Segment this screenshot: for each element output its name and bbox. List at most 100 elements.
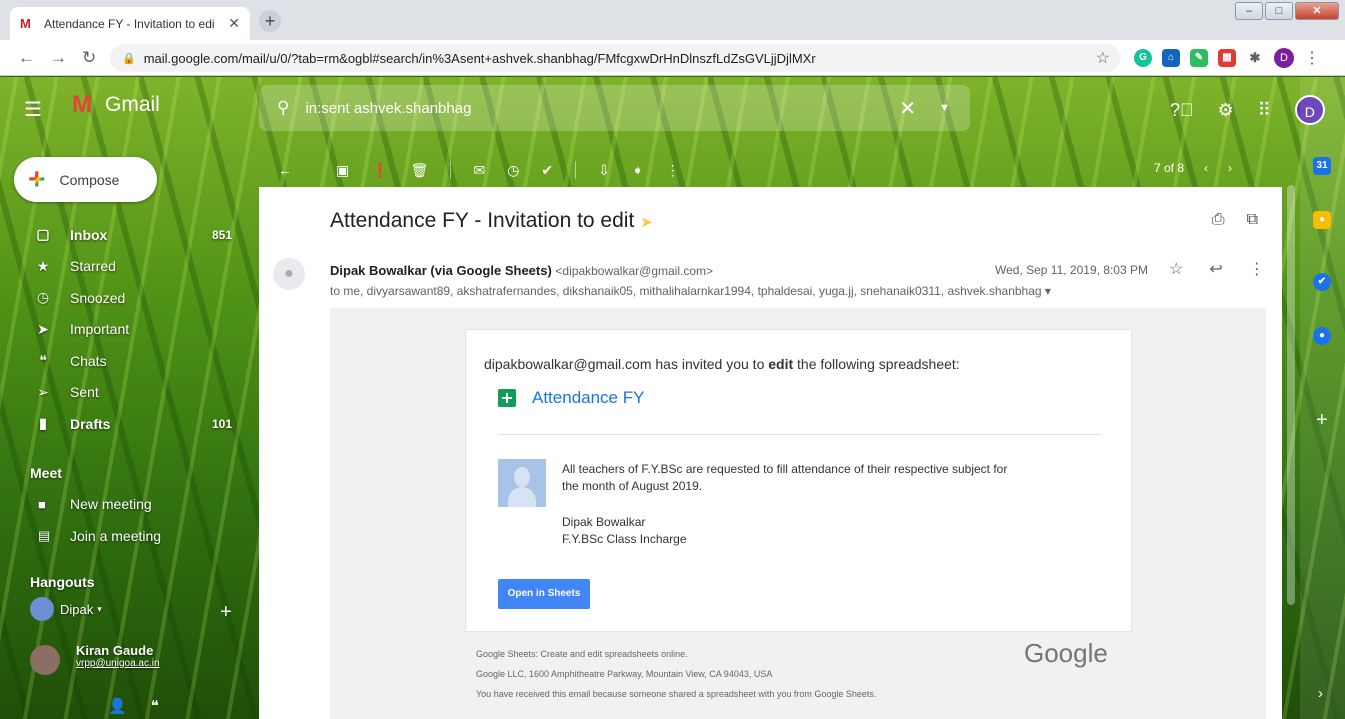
spreadsheet-link[interactable]: Attendance FY [498, 388, 644, 408]
open-new-window-icon[interactable]: ⧉ [1247, 211, 1258, 229]
evernote-icon[interactable]: ✎ [1190, 49, 1208, 67]
sender-name: Dipak Bowalkar (via Google Sheets) [330, 263, 552, 278]
get-addons-plus-icon[interactable]: + [1316, 409, 1328, 432]
search-bar[interactable]: ⚲ in:sent ashvek.shanbhag ✕ ▼ [259, 85, 970, 131]
card-divider [498, 434, 1101, 435]
search-options-icon[interactable]: ▼ [939, 102, 950, 114]
chat-icon: ❝ [39, 352, 47, 369]
url-text: mail.google.com/mail/u/0/?tab=rm&ogbl#se… [143, 50, 816, 66]
label-icon[interactable]: ➧ [632, 162, 644, 179]
sidebar-item-chats[interactable]: ❝ Chats [0, 345, 250, 377]
prev-chevron-icon[interactable]: ‹ [1204, 161, 1208, 175]
snooze-icon[interactable]: ◷ [507, 162, 519, 179]
browser-tab[interactable]: M Attendance FY - Invitation to edi ✕ [10, 7, 250, 40]
reload-icon[interactable]: ↻ [82, 48, 96, 68]
quote-chat-icon[interactable]: ❝ [151, 697, 159, 715]
invite-card: dipakbowalkar@gmail.com has invited you … [465, 329, 1132, 632]
delete-icon[interactable]: 🗑 [411, 162, 429, 179]
clock-icon: ◷ [36, 289, 50, 306]
calendar-icon[interactable]: 31 [1313, 157, 1331, 175]
browser-menu-icon[interactable]: ⋮ [1304, 48, 1320, 68]
help-icon[interactable]: ?⃝ [1170, 100, 1194, 121]
hangouts-user[interactable]: Dipak ▾ [30, 597, 102, 621]
gmail-favicon-icon: M [20, 15, 31, 31]
chevron-down-icon: ▾ [97, 603, 102, 614]
message-toolbar: ← ▣ ❗ 🗑 ✉ ◷ ✔ ⇩ ➧ ⋮ [278, 155, 1278, 185]
archive-icon[interactable]: ▣ [336, 162, 349, 179]
reply-icon[interactable]: ↩ [1209, 259, 1222, 279]
contacts-icon[interactable]: ● [1313, 327, 1331, 345]
gmail-m-icon: M [72, 91, 92, 118]
toolbar-divider [575, 161, 577, 179]
note-avatar [498, 459, 546, 507]
expand-panel-chevron-icon[interactable]: › [1318, 685, 1323, 702]
add-to-tasks-icon[interactable]: ✔ [541, 162, 553, 179]
move-to-icon[interactable]: ⇩ [598, 162, 610, 179]
signature: Dipak Bowalkar F.Y.BSc Class Incharge [562, 515, 687, 546]
report-spam-icon[interactable]: ❗ [371, 162, 388, 179]
main-menu-icon[interactable]: ☰ [24, 97, 42, 122]
extension-icon[interactable]: ⌂ [1162, 49, 1180, 67]
keep-icon[interactable]: ● [1313, 211, 1331, 229]
puzzle-icon[interactable]: ✱ [1246, 49, 1264, 67]
invite-text: dipakbowalkar@gmail.com has invited you … [484, 356, 960, 372]
sidebar-item-starred[interactable]: ★ Starred [0, 251, 250, 283]
close-tab-icon[interactable]: ✕ [228, 15, 240, 32]
more-options-icon[interactable]: ⋮ [666, 162, 680, 179]
address-bar-row: ← → ↻ 🔒 mail.google.com/mail/u/0/?tab=rm… [0, 40, 1345, 76]
maximize-button[interactable]: □ [1265, 2, 1293, 20]
back-arrow-icon[interactable]: ← [18, 48, 35, 68]
sender-note: All teachers of F.Y.BSc are requested to… [562, 462, 1008, 493]
compose-button[interactable]: + Compose [14, 157, 157, 202]
url-field[interactable]: 🔒 mail.google.com/mail/u/0/?tab=rm&ogbl#… [110, 44, 1120, 72]
contact-name: Kiran Gaude [76, 643, 154, 658]
search-icon[interactable]: ⚲ [277, 98, 289, 118]
sidebar-item-sent[interactable]: ➢ Sent [0, 377, 250, 409]
sidebar-item-drafts[interactable]: ▮ Drafts 101 [0, 408, 250, 440]
next-chevron-icon[interactable]: › [1228, 161, 1232, 175]
star-icon: ★ [36, 257, 50, 274]
pdf-extension-icon[interactable]: ▦ [1218, 49, 1236, 67]
sidebar-nav: ▢ Inbox 851 ★ Starred ◷ Snoozed ➤ Import… [0, 219, 250, 440]
forward-arrow-icon[interactable]: → [50, 48, 67, 68]
more-message-options-icon[interactable]: ⋮ [1249, 259, 1265, 279]
open-in-sheets-button[interactable]: Open in Sheets [498, 579, 590, 609]
new-tab-button[interactable]: + [259, 10, 281, 32]
person-icon[interactable]: 👤 [108, 697, 127, 715]
apps-grid-icon[interactable]: ⠿ [1258, 100, 1271, 121]
meet-heading: Meet [30, 465, 62, 481]
important-marker-icon[interactable]: ➤ [640, 214, 653, 231]
sidebar-item-important[interactable]: ➤ Important [0, 314, 250, 346]
mark-unread-icon[interactable]: ✉ [473, 162, 485, 179]
bookmark-star-icon[interactable]: ☆ [1096, 48, 1110, 68]
profile-avatar[interactable]: D [1274, 48, 1294, 68]
grammarly-icon[interactable]: G [1134, 49, 1152, 67]
recipients-line[interactable]: to me, divyarsawant89, akshatrafernandes… [330, 284, 1051, 298]
new-meeting-link[interactable]: ■ New meeting [38, 496, 152, 512]
star-icon[interactable]: ☆ [1169, 259, 1183, 279]
tasks-icon[interactable]: ✔ [1313, 273, 1331, 291]
contact-email[interactable]: vrpp@unigoa.ac.in [76, 658, 160, 669]
gmail-wordmark: Gmail [105, 93, 160, 116]
new-conversation-plus-icon[interactable]: + [220, 601, 232, 624]
important-icon: ➤ [37, 320, 49, 337]
hangouts-avatar [30, 597, 54, 621]
close-window-button[interactable]: ✕ [1295, 2, 1339, 20]
join-meeting-link[interactable]: ▤ Join a meeting [38, 528, 161, 544]
search-input[interactable]: in:sent ashvek.shanbhag [305, 100, 471, 117]
scrollbar[interactable] [1287, 185, 1295, 605]
google-logo: Google [1024, 638, 1108, 668]
sidebar-item-snoozed[interactable]: ◷ Snoozed [0, 282, 250, 314]
print-icon[interactable]: ⎙ [1212, 211, 1225, 229]
inbox-count: 851 [211, 227, 232, 242]
back-to-list-icon[interactable]: ← [278, 162, 292, 178]
drafts-count: 101 [211, 416, 232, 431]
contact-avatar [30, 645, 60, 675]
gmail-logo[interactable]: M Gmail [72, 91, 160, 119]
hangouts-contact[interactable]: Kiran Gaude vrpp@unigoa.ac.in [30, 643, 160, 675]
sidebar-item-inbox[interactable]: ▢ Inbox 851 [0, 219, 250, 251]
compose-plus-icon: + [28, 162, 46, 196]
minimize-button[interactable]: – [1235, 2, 1263, 20]
settings-gear-icon[interactable]: ⚙ [1218, 100, 1234, 121]
clear-search-icon[interactable]: ✕ [899, 96, 916, 121]
